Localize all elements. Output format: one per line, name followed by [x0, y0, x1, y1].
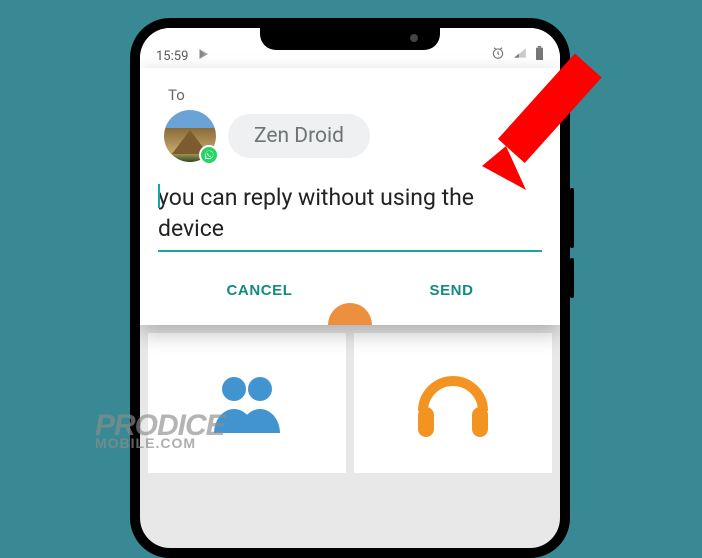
status-time: 15:59 [156, 49, 188, 64]
annotation-arrow-icon [470, 50, 610, 204]
whatsapp-badge-icon [199, 145, 219, 165]
app-card-music[interactable] [354, 333, 552, 473]
app-card-contacts[interactable] [148, 333, 346, 473]
phone-notch [260, 28, 440, 50]
headphones-icon [413, 367, 493, 439]
watermark: PRODICE MOBILE.COM [95, 413, 225, 450]
send-button[interactable]: SEND [409, 274, 493, 307]
recipient-avatar[interactable] [164, 110, 216, 162]
phone-side-button [570, 258, 574, 298]
play-store-icon [198, 48, 210, 64]
recipient-chip[interactable]: Zen Droid [228, 114, 370, 158]
partial-app-icon [328, 301, 372, 329]
cancel-button[interactable]: CANCEL [206, 274, 312, 307]
app-grid [140, 325, 560, 473]
